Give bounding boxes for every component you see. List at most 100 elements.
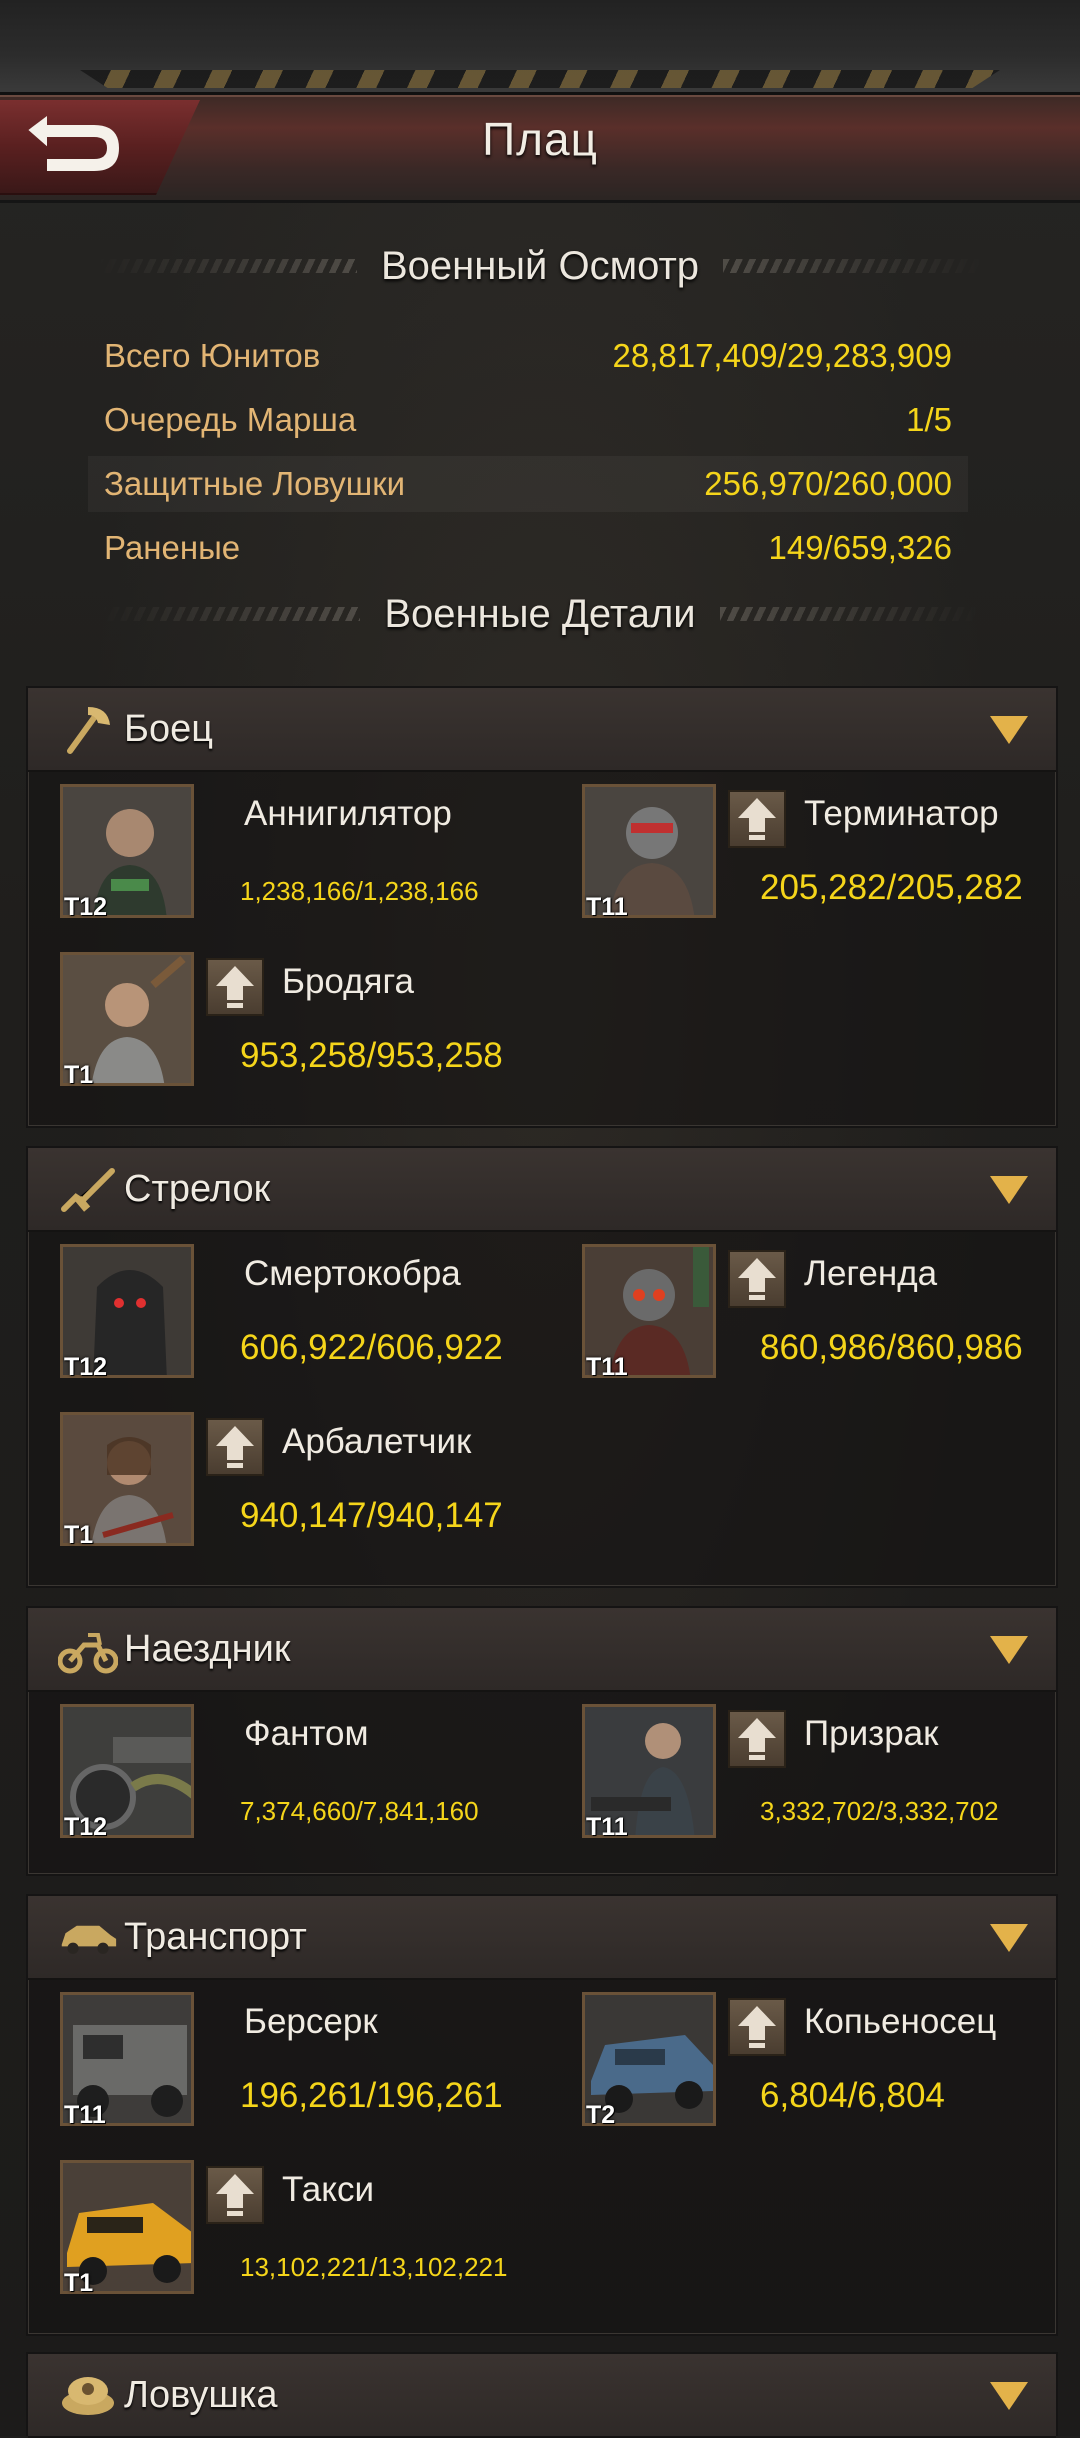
details-title: Военные Детали [384,591,696,636]
chevron-down-icon [990,1636,1028,1664]
chevron-down-icon [990,1176,1028,1204]
tier-badge: T12 [64,1813,108,1841]
unit-count: 7,374,660/7,841,160 [240,1796,479,1826]
category-label: Боец [124,707,213,750]
unit-count: 3,332,702/3,332,702 [760,1796,999,1826]
upgrade-arrow-icon [738,798,776,840]
upgrade-button[interactable] [728,1250,786,1308]
unit-card[interactable]: T11 Берсерк 196,261/196,261 [60,1992,560,2132]
upgrade-arrow-icon [738,1258,776,1300]
category-label: Стрелок [124,1167,271,1210]
unit-name: Фантом [244,1714,369,1753]
unit-card[interactable]: T11 Легенда 860,986/860,986 [582,1244,1080,1384]
stat-value: 1/5 [906,401,952,438]
upgrade-arrow-icon [216,966,254,1008]
unit-name: Терминатор [804,794,999,833]
category-panel-transport: Транспорт T11 Берсерк 196,261/196,261 T2… [26,1894,1058,2336]
chevron-down-icon [990,2382,1028,2410]
upgrade-button[interactable] [206,2166,264,2224]
unit-card[interactable]: T1 Бродяга 953,258/953,258 [60,952,560,1092]
axe-icon [58,699,118,759]
category-header-trap[interactable]: Ловушка [28,2354,1056,2438]
inspection-title: Военный Осмотр [380,243,700,288]
unit-count: 606,922/606,922 [240,1328,503,1367]
upgrade-arrow-icon [738,2006,776,2048]
heading-decoration [719,607,980,621]
stat-total-units: Всего Юнитов 28,817,409/29,283,909 [88,328,968,384]
stat-label: Раненые [104,529,241,566]
category-label: Ловушка [124,2373,278,2416]
unit-count: 940,147/940,147 [240,1496,503,1535]
tier-badge: T1 [64,1521,94,1549]
stat-value: 28,817,409/29,283,909 [612,337,953,374]
unit-name: Такси [282,2170,375,2209]
chevron-down-icon [990,716,1028,744]
page-title: Плац [482,113,598,165]
category-panel-fighter: Боец T12 Аннигилятор 1,238,166/1,238,166… [26,686,1058,1128]
tier-badge: T12 [64,1353,108,1381]
upgrade-arrow-icon [216,1426,254,1468]
category-header-transport[interactable]: Транспорт [28,1896,1056,1980]
tier-badge: T12 [64,893,108,921]
upgrade-button[interactable] [206,958,264,1016]
unit-card[interactable]: T1 Такси 13,102,221/13,102,221 [60,2160,560,2300]
unit-card[interactable]: T11 Терминатор 205,282/205,282 [582,784,1080,924]
heading-decoration [100,607,361,621]
unit-card[interactable]: T2 Копьеносец 6,804/6,804 [582,1992,1080,2132]
category-panel-rider: Наездник T12 Фантом 7,374,660/7,841,160 … [26,1606,1058,1876]
category-panel-shooter: Стрелок T12 Смертокобра 606,922/606,922 … [26,1146,1058,1588]
unit-card[interactable]: T12 Смертокобра 606,922/606,922 [60,1244,560,1384]
upgrade-button[interactable] [728,1998,786,2056]
rifle-icon [58,1159,118,1219]
unit-count: 953,258/953,258 [240,1036,503,1075]
stat-defensive-traps: Защитные Ловушки 256,970/260,000 [88,456,968,512]
upgrade-button[interactable] [206,1418,264,1476]
unit-card[interactable]: T11 Призрак 3,332,702/3,332,702 [582,1704,1080,1844]
category-header-shooter[interactable]: Стрелок [28,1148,1056,1232]
category-header-rider[interactable]: Наездник [28,1608,1056,1692]
unit-name: Копьеносец [804,2002,997,2041]
upgrade-button[interactable] [728,1710,786,1768]
tier-badge: T11 [586,893,628,921]
unit-count: 196,261/196,261 [240,2076,503,2115]
tier-badge: T11 [64,2101,106,2129]
stat-value: 256,970/260,000 [704,465,952,502]
hazard-stripe [80,70,1000,88]
unit-name: Призрак [804,1714,939,1753]
tier-badge: T1 [64,1061,94,1089]
heading-decoration [723,259,984,273]
unit-count: 13,102,221/13,102,221 [240,2252,508,2282]
details-heading: Военные Детали [0,584,1080,644]
upgrade-arrow-icon [216,2174,254,2216]
tier-badge: T11 [586,1813,628,1841]
inspection-heading: Военный Осмотр [0,236,1080,296]
unit-count: 6,804/6,804 [760,2076,945,2115]
tier-badge: T1 [64,2269,94,2297]
unit-name: Легенда [804,1254,938,1293]
car-icon [58,1907,118,1967]
category-header-fighter[interactable]: Боец [28,688,1056,772]
unit-name: Арбалетчик [282,1422,472,1461]
unit-count: 860,986/860,986 [760,1328,1023,1367]
stat-label: Очередь Марша [104,401,357,438]
motorcycle-icon [58,1619,118,1679]
stat-label: Защитные Ловушки [104,465,406,502]
trap-icon [58,2365,118,2425]
stat-march-queue: Очередь Марша 1/5 [88,392,968,448]
unit-card[interactable]: T12 Фантом 7,374,660/7,841,160 [60,1704,560,1844]
unit-count: 1,238,166/1,238,166 [240,876,479,906]
heading-decoration [96,259,357,273]
stat-label: Всего Юнитов [104,337,321,374]
chevron-down-icon [990,1924,1028,1952]
unit-name: Берсерк [244,2002,378,2041]
category-label: Транспорт [124,1915,307,1958]
upgrade-button[interactable] [728,790,786,848]
unit-count: 205,282/205,282 [760,868,1023,907]
stat-value: 149/659,326 [768,529,952,566]
stat-wounded: Раненые 149/659,326 [88,520,968,576]
upgrade-arrow-icon [738,1718,776,1760]
unit-card[interactable]: T12 Аннигилятор 1,238,166/1,238,166 [60,784,560,924]
unit-name: Аннигилятор [244,794,452,833]
tier-badge: T2 [586,2101,616,2129]
unit-card[interactable]: T1 Арбалетчик 940,147/940,147 [60,1412,560,1552]
